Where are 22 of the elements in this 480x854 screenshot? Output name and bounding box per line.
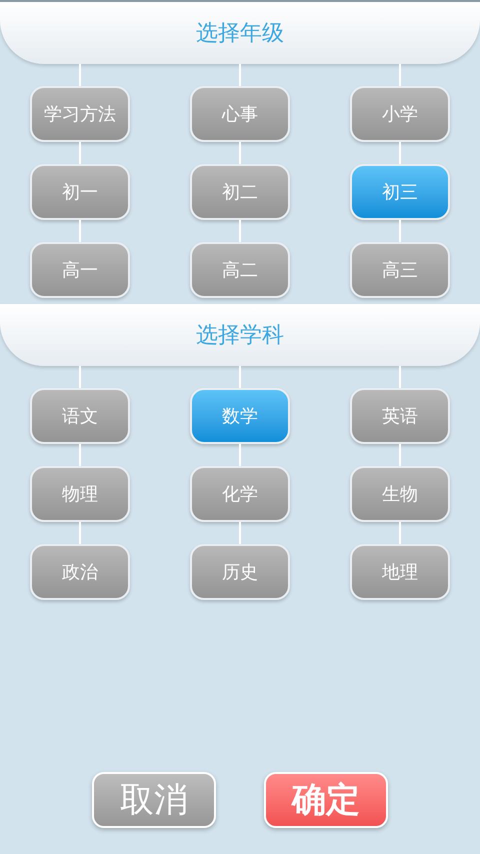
option-button[interactable]: 化学	[190, 466, 290, 522]
option-button[interactable]: 英语	[350, 388, 450, 444]
option-button[interactable]: 初一	[30, 164, 130, 220]
option-button[interactable]: 历史	[190, 544, 290, 600]
option-button[interactable]: 高一	[30, 242, 130, 298]
option-button[interactable]: 地理	[350, 544, 450, 600]
option-button[interactable]: 学习方法	[30, 86, 130, 142]
option-button[interactable]: 小学	[350, 86, 450, 142]
option-button[interactable]: 物理	[30, 466, 130, 522]
option-button[interactable]: 高二	[190, 242, 290, 298]
option-button[interactable]: 心事	[190, 86, 290, 142]
option-button[interactable]: 初三	[350, 164, 450, 220]
cancel-button[interactable]: 取消	[92, 772, 216, 828]
confirm-button[interactable]: 确定	[264, 772, 388, 828]
option-button[interactable]: 政治	[30, 544, 130, 600]
section-title: 选择学科	[196, 322, 284, 350]
option-button[interactable]: 高三	[350, 242, 450, 298]
option-button[interactable]: 语文	[30, 388, 130, 444]
option-button[interactable]: 数学	[190, 388, 290, 444]
section-title: 选择年级	[196, 20, 284, 48]
option-button[interactable]: 初二	[190, 164, 290, 220]
option-button[interactable]: 生物	[350, 466, 450, 522]
